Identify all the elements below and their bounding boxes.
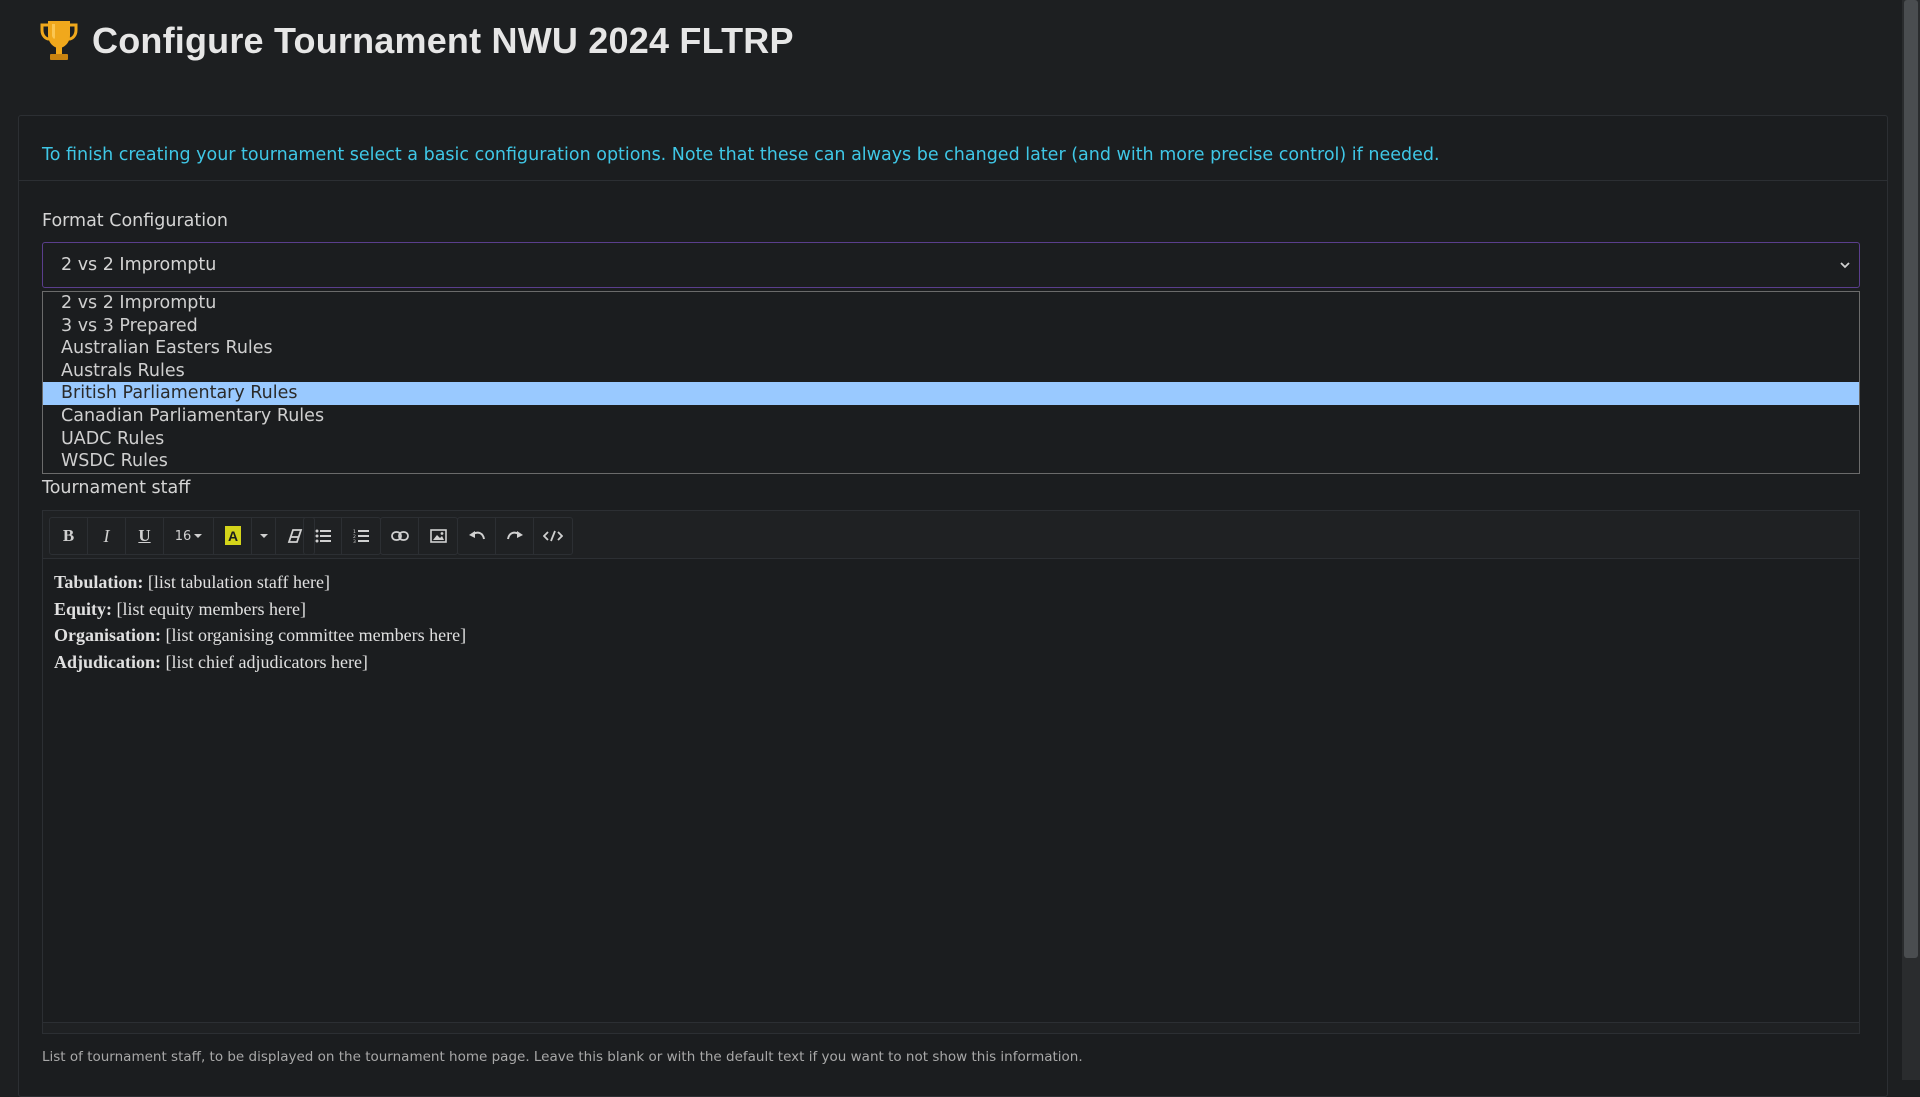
format-select-value: 2 vs 2 Impromptu [61, 255, 217, 275]
staff-line-organisation: Organisation: [list organising committee… [54, 622, 466, 649]
highlight-dropdown-button[interactable] [252, 518, 276, 554]
staff-editor: B I U 16 A 1 2 3 Tabulation: [list tabul… [42, 510, 1860, 1034]
svg-text:A: A [227, 528, 237, 544]
page-scrollbar[interactable] [1902, 0, 1920, 1080]
editor-toolbar: B I U 16 A 1 2 3 [43, 511, 1859, 559]
format-option-highlighted[interactable]: British Parliamentary Rules [43, 382, 1859, 405]
caret-down-icon [194, 534, 203, 538]
line-value: [list chief adjudicators here] [165, 651, 368, 672]
format-label: Format Configuration [42, 211, 228, 231]
format-option[interactable]: WSDC Rules [43, 450, 1859, 473]
page-header: Configure Tournament NWU 2024 FLTRP [40, 16, 794, 66]
bullet-list-button[interactable] [304, 518, 342, 554]
history-button-group [457, 517, 573, 555]
link-button[interactable] [381, 518, 419, 554]
format-option[interactable]: Australian Easters Rules [43, 337, 1859, 360]
numbered-list-button[interactable]: 1 2 3 [342, 518, 380, 554]
line-key: Equity: [54, 598, 113, 619]
caret-down-icon [259, 534, 268, 538]
list-button-group: 1 2 3 [303, 517, 381, 555]
format-select[interactable]: 2 vs 2 Impromptu [42, 242, 1860, 288]
line-key: Organisation: [54, 625, 162, 645]
format-button-group: B I U 16 A [49, 517, 315, 555]
editor-resize-handle[interactable] [43, 1022, 1859, 1033]
card-header: To finish creating your tournament selec… [19, 116, 1887, 181]
code-view-button[interactable] [534, 518, 572, 554]
line-key: Adjudication: [54, 651, 162, 672]
code-icon [543, 530, 563, 542]
insert-button-group [380, 517, 458, 555]
image-button[interactable] [419, 518, 457, 554]
staff-label: Tournament staff [42, 478, 191, 498]
staff-line-equity: Equity: [list equity members here] [54, 596, 466, 623]
staff-line-adjudication: Adjudication: [list chief adjudicators h… [54, 649, 466, 676]
redo-icon [506, 531, 523, 540]
editor-content[interactable]: Tabulation: [list tabulation staff here]… [54, 569, 466, 675]
link-icon [390, 531, 409, 541]
font-size-value: 16 [174, 528, 192, 544]
staff-help-text: List of tournament staff, to be displaye… [42, 1049, 1083, 1065]
chevron-down-icon [1840, 262, 1850, 269]
svg-text:3: 3 [353, 539, 356, 543]
line-key: Tabulation: [54, 572, 144, 592]
trophy-icon [40, 21, 78, 60]
highlight-icon: A [224, 526, 241, 545]
format-option[interactable]: Australs Rules [43, 360, 1859, 383]
highlight-color-button[interactable]: A [214, 518, 252, 554]
format-option[interactable]: 3 vs 3 Prepared [43, 315, 1859, 338]
line-value: [list organising committee members here] [165, 625, 467, 645]
scrollbar-thumb[interactable] [1904, 0, 1918, 958]
line-value: [list equity members here] [116, 598, 306, 619]
format-option[interactable]: UADC Rules [43, 428, 1859, 451]
undo-icon [468, 531, 485, 540]
italic-button[interactable]: I [88, 518, 126, 554]
bullet-list-icon [315, 529, 331, 543]
numbered-list-icon: 1 2 3 [353, 529, 369, 543]
staff-line-tabulation: Tabulation: [list tabulation staff here] [54, 569, 466, 596]
font-size-button[interactable]: 16 [164, 518, 214, 554]
config-card: To finish creating your tournament selec… [18, 115, 1888, 1097]
format-dropdown-list: 2 vs 2 Impromptu 3 vs 3 Prepared Austral… [42, 291, 1860, 474]
underline-button[interactable]: U [126, 518, 164, 554]
page-title: Configure Tournament NWU 2024 FLTRP [92, 20, 794, 61]
eraser-icon [287, 529, 303, 543]
info-text: To finish creating your tournament selec… [42, 145, 1440, 165]
format-option[interactable]: Canadian Parliamentary Rules [43, 405, 1859, 428]
bold-button[interactable]: B [50, 518, 88, 554]
undo-button[interactable] [458, 518, 496, 554]
image-icon [429, 529, 447, 543]
format-option[interactable]: 2 vs 2 Impromptu [43, 292, 1859, 315]
line-value: [list tabulation staff here] [147, 572, 330, 592]
redo-button[interactable] [496, 518, 534, 554]
